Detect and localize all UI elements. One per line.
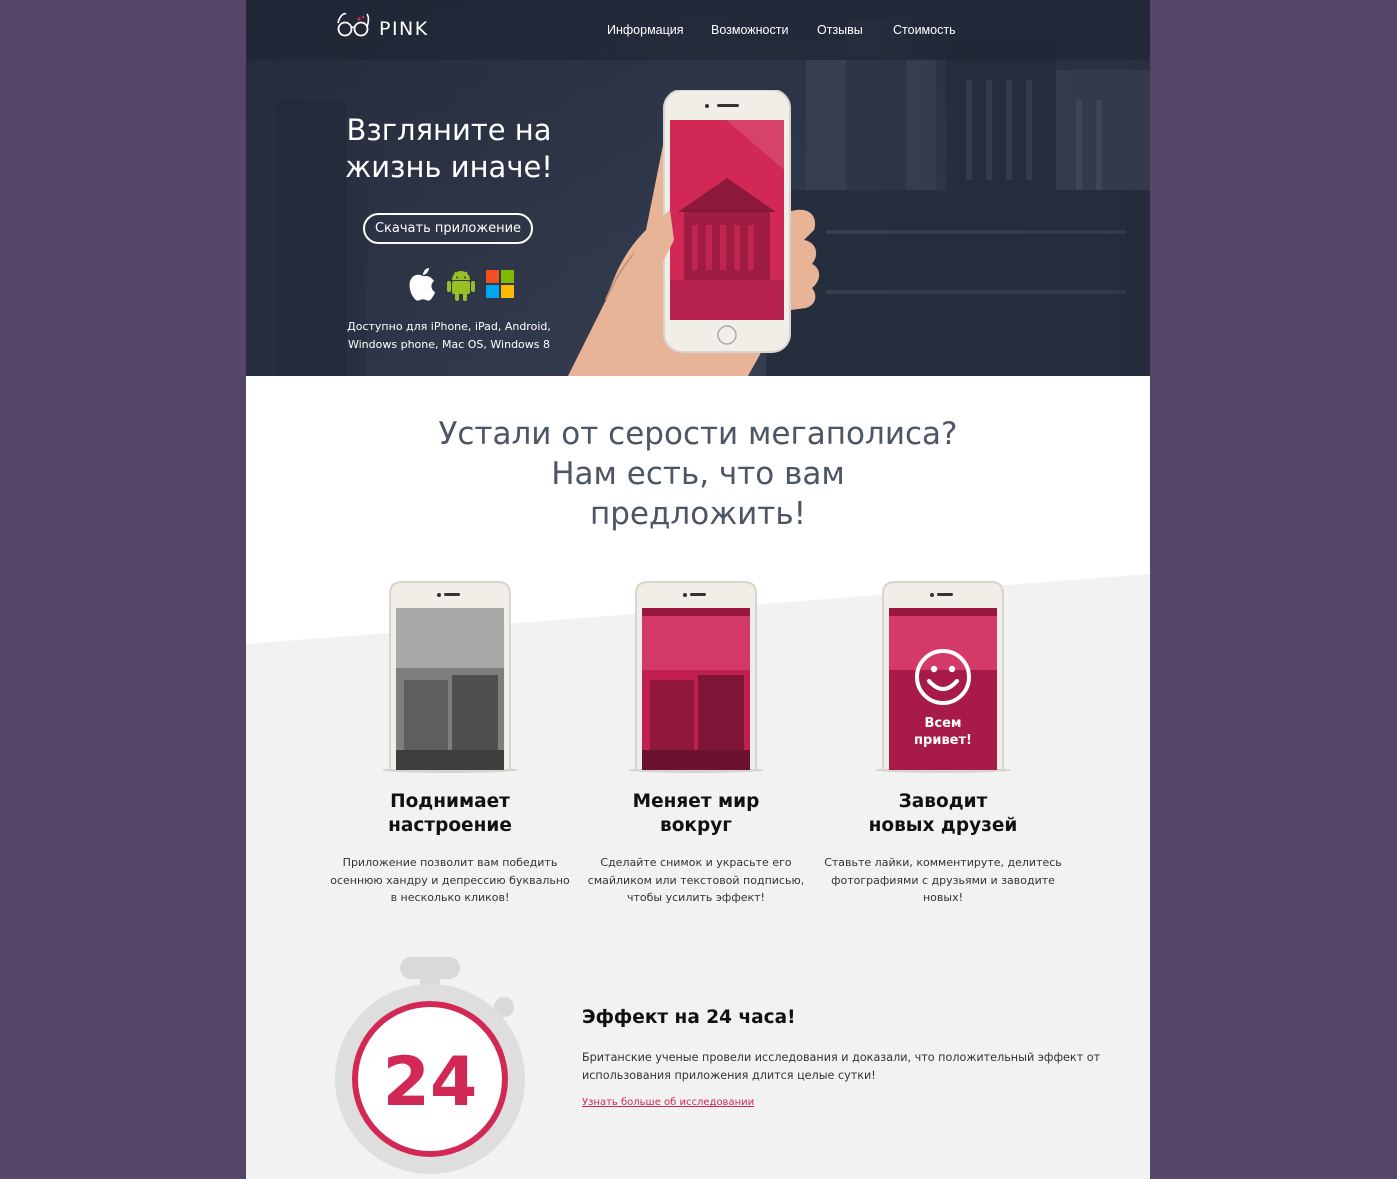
feature-title-line: Поднимает [390,791,510,812]
intro-heading-line: Устали от серости мегаполиса? [438,416,958,452]
download-app-button[interactable]: Скачать приложение [363,213,533,244]
main-nav: Информация Возможности Отзывы Стоимость [246,23,1150,43]
timer-value: 24 [383,1043,478,1122]
feature-description-line: Приложение позволит вам победить [342,856,558,869]
feature-description-line: фотографиями с друзьями и заводите [831,873,1055,887]
site-header: PINK Информация Возможности Отзывы Стоим… [246,0,1150,60]
phone-screen-caption-line: Всем [924,716,962,731]
feature-title-line: вокруг [660,815,732,836]
platform-icons [406,266,526,302]
availability-line: Windows phone, Mac OS, Windows 8 [347,338,551,351]
hero-section: PINK Информация Возможности Отзывы Стоим… [246,0,1150,376]
phone-screen-caption: Всем привет! [873,715,1013,749]
intro-heading: Устали от серости мегаполиса? Нам есть, … [398,414,998,534]
feature-description-line: в несколько кликов! [390,891,510,904]
stopwatch-24-icon: 24 [335,957,525,1174]
feature-description-line: чтобы усилить эффект! [627,891,765,904]
feature-description-line: осеннюю хандру и депрессию буквально [330,873,570,887]
hand-holding-phone-illustration [568,90,820,376]
windows-icon[interactable] [486,270,514,298]
nav-item-pricing[interactable]: Стоимость [893,23,956,37]
effect-description-line: использования приложения длится целые су… [582,1069,876,1082]
hero-title-line: Взгляните на [346,113,552,147]
feature-title-line: Меняет мир [632,791,760,812]
availability-line: Доступно для iPhone, iPad, Android, [347,320,551,333]
android-icon[interactable] [447,269,475,301]
intro-heading-line: предложить! [589,496,807,532]
nav-item-reviews[interactable]: Отзывы [817,23,863,37]
feature-description: Приложение позволит вам победить осеннюю… [330,854,570,907]
feature-description-line: Ставьте лайки, комментируте, делитесь [824,856,1062,869]
phone-grey-photo-image [382,581,518,773]
landing-page: PINK Информация Возможности Отзывы Стоим… [246,0,1150,1179]
nav-item-info[interactable]: Информация [607,23,684,37]
intro-heading-line: Нам есть, что вам [551,456,845,492]
feature-description: Сделайте снимок и украсьте его смайликом… [576,854,816,907]
feature-description-line: Сделайте снимок и украсьте его [600,856,792,869]
feature-title-line: Заводит [898,791,988,812]
effect-description: Британские ученые провели исследования и… [582,1049,1102,1085]
apple-icon[interactable] [406,266,440,302]
effect-description-line: Британские ученые провели исследования и… [582,1051,1101,1064]
phone-screen-caption-line: привет! [914,733,972,748]
feature-description-line: смайликом или текстовой подписью, [587,873,805,887]
feature-title-line: настроение [388,815,512,836]
effect-title: Эффект на 24 часа! [582,1007,796,1028]
nav-item-features[interactable]: Возможности [711,23,788,37]
feature-title: Поднимает настроение [330,790,570,838]
hero-title-line: жизнь иначе! [345,150,553,184]
feature-description: Ставьте лайки, комментируте, делитесь фо… [823,854,1063,907]
hero-title: Взгляните на жизнь иначе! [334,112,564,186]
feature-description-line: новых! [922,891,963,904]
availability-text: Доступно для iPhone, iPad, Android, Wind… [336,318,562,354]
feature-title-line: новых друзей [868,815,1018,836]
phone-pink-photo-image [628,581,764,773]
feature-title: Меняет мир вокруг [576,790,816,838]
feature-title: Заводит новых друзей [823,790,1063,838]
research-link[interactable]: Узнать больше об исследовании [582,1097,754,1108]
